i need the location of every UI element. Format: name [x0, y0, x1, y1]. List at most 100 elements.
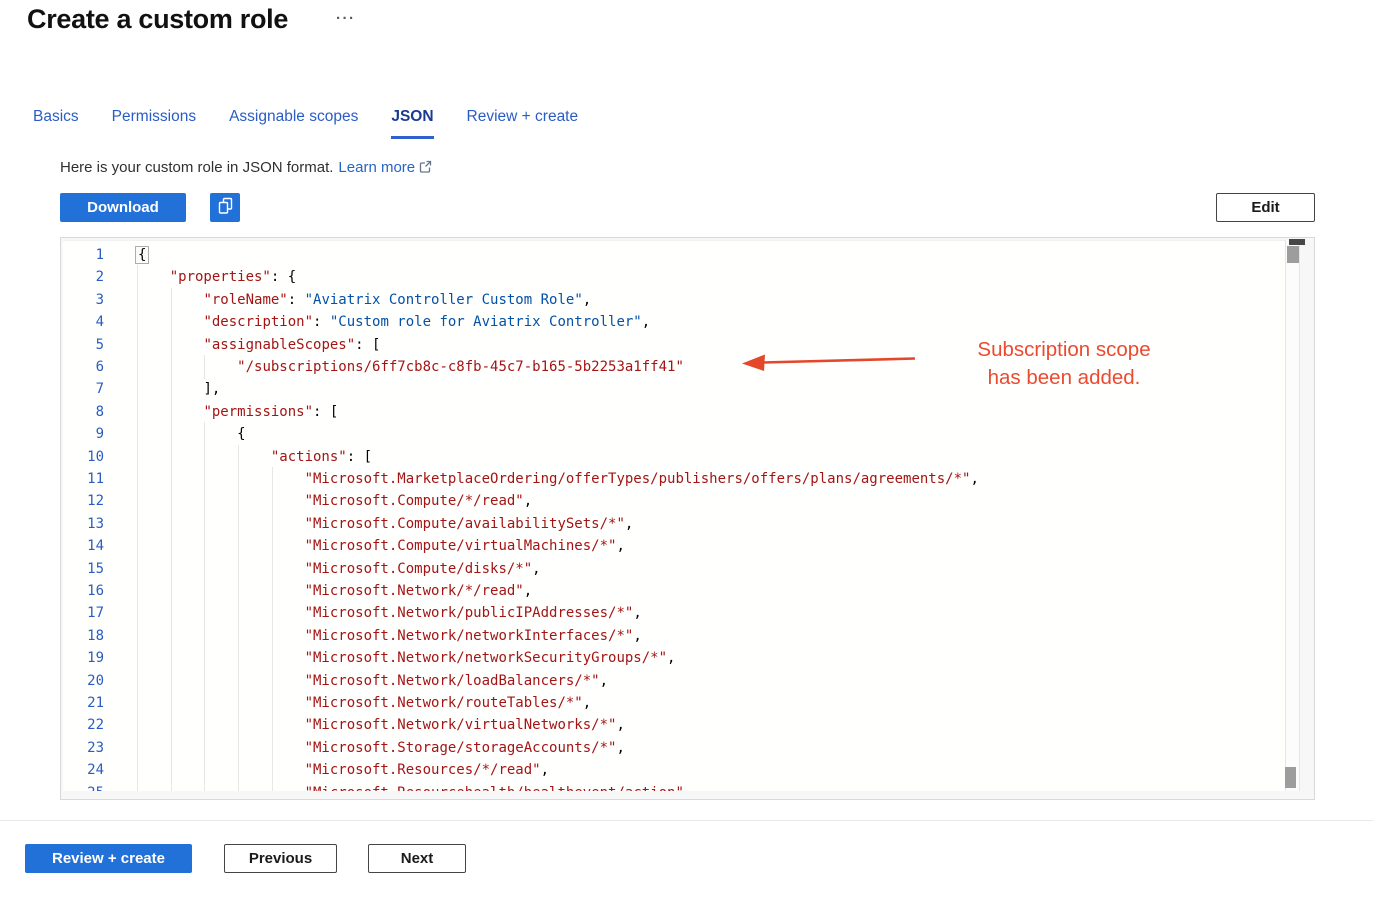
- tab-basics[interactable]: Basics: [33, 108, 79, 139]
- copy-button[interactable]: [210, 193, 240, 222]
- line-number: 18: [63, 625, 104, 647]
- code-line: 10 "actions": [: [63, 446, 1285, 468]
- indent-guide: [137, 534, 138, 558]
- info-text: Here is your custom role in JSON format.: [60, 159, 333, 176]
- code-line: 22 "Microsoft.Network/virtualNetworks/*"…: [63, 714, 1285, 736]
- more-menu-icon[interactable]: ···: [336, 10, 356, 27]
- line-number: 15: [63, 558, 104, 580]
- indent-guide: [171, 310, 172, 334]
- indent-guide: [171, 422, 172, 446]
- line-number: 14: [63, 535, 104, 557]
- indent-guide: [137, 288, 138, 312]
- indent-guide: [238, 445, 239, 469]
- review-create-button[interactable]: Review + create: [25, 844, 192, 873]
- indent-guide: [137, 333, 138, 357]
- indent-guide: [171, 355, 172, 379]
- indent-guide: [137, 422, 138, 446]
- indent-guide: [137, 781, 138, 791]
- tab-assignable-scopes[interactable]: Assignable scopes: [229, 108, 358, 139]
- tab-review-create[interactable]: Review + create: [467, 108, 579, 139]
- indent-guide: [238, 489, 239, 513]
- tab-json[interactable]: JSON: [391, 108, 433, 139]
- code-line: 1{: [63, 244, 1285, 266]
- indent-guide: [137, 691, 138, 715]
- line-number: 12: [63, 490, 104, 512]
- vertical-scrollbar-track[interactable]: [1285, 240, 1300, 791]
- line-number: 20: [63, 670, 104, 692]
- indent-guide: [272, 669, 273, 693]
- code-line: 20 "Microsoft.Network/loadBalancers/*",: [63, 670, 1285, 692]
- indent-guide: [171, 557, 172, 581]
- code-line: 9 {: [63, 423, 1285, 445]
- indent-guide: [137, 713, 138, 737]
- indent-guide: [171, 691, 172, 715]
- code-line: 25 "Microsoft.Resourcehealth/healthevent…: [63, 782, 1285, 791]
- indent-guide: [272, 758, 273, 782]
- indent-guide: [171, 646, 172, 670]
- indent-guide: [204, 579, 205, 603]
- code-line: 3 "roleName": "Aviatrix Controller Custo…: [63, 289, 1285, 311]
- indent-guide: [137, 265, 138, 289]
- previous-button[interactable]: Previous: [224, 844, 337, 873]
- indent-guide: [171, 333, 172, 357]
- edit-button[interactable]: Edit: [1216, 193, 1315, 222]
- code-line: 17 "Microsoft.Network/publicIPAddresses/…: [63, 602, 1285, 624]
- line-number: 10: [63, 446, 104, 468]
- indent-guide: [137, 400, 138, 424]
- line-number: 13: [63, 513, 104, 535]
- indent-guide: [171, 467, 172, 491]
- indent-guide: [238, 624, 239, 648]
- indent-guide: [171, 288, 172, 312]
- indent-guide: [272, 467, 273, 491]
- line-number: 19: [63, 647, 104, 669]
- copy-icon: [217, 197, 234, 219]
- line-number: 7: [63, 378, 104, 400]
- next-button[interactable]: Next: [368, 844, 466, 873]
- outer-scrollbar-thumb[interactable]: [1285, 767, 1296, 788]
- download-button[interactable]: Download: [60, 193, 186, 222]
- annotation-arrow-icon: [741, 346, 921, 379]
- line-number: 8: [63, 401, 104, 423]
- indent-guide: [204, 445, 205, 469]
- code-line: 18 "Microsoft.Network/networkInterfaces/…: [63, 625, 1285, 647]
- indent-guide: [137, 355, 138, 379]
- indent-guide: [137, 310, 138, 334]
- indent-guide: [238, 467, 239, 491]
- vertical-scrollbar-thumb[interactable]: [1287, 246, 1299, 263]
- line-number: 24: [63, 759, 104, 781]
- indent-guide: [238, 758, 239, 782]
- indent-guide: [238, 691, 239, 715]
- scrollbar-top-cap[interactable]: [1289, 239, 1305, 245]
- line-number: 4: [63, 311, 104, 333]
- line-number: 25: [63, 782, 104, 791]
- indent-guide: [137, 646, 138, 670]
- indent-guide: [171, 624, 172, 648]
- code-line: 8 "permissions": [: [63, 401, 1285, 423]
- indent-guide: [171, 781, 172, 791]
- indent-guide: [137, 557, 138, 581]
- indent-guide: [204, 467, 205, 491]
- code-line: 13 "Microsoft.Compute/availabilitySets/*…: [63, 513, 1285, 535]
- indent-guide: [272, 713, 273, 737]
- indent-guide: [238, 669, 239, 693]
- code-line: 11 "Microsoft.MarketplaceOrdering/offerT…: [63, 468, 1285, 490]
- indent-guide: [204, 646, 205, 670]
- indent-guide: [137, 758, 138, 782]
- indent-guide: [171, 713, 172, 737]
- indent-guide: [272, 691, 273, 715]
- tab-permissions[interactable]: Permissions: [112, 108, 196, 139]
- json-code-panel: 1{2 "properties": {3 "roleName": "Aviatr…: [60, 237, 1315, 800]
- code-line: 12 "Microsoft.Compute/*/read",: [63, 490, 1285, 512]
- code-line: 24 "Microsoft.Resources/*/read",: [63, 759, 1285, 781]
- code-line: 15 "Microsoft.Compute/disks/*",: [63, 558, 1285, 580]
- indent-guide: [272, 624, 273, 648]
- code-editor[interactable]: 1{2 "properties": {3 "roleName": "Aviatr…: [63, 240, 1285, 791]
- indent-guide: [204, 624, 205, 648]
- indent-guide: [238, 534, 239, 558]
- line-number: 22: [63, 714, 104, 736]
- indent-guide: [272, 489, 273, 513]
- indent-guide: [272, 781, 273, 791]
- indent-guide: [272, 534, 273, 558]
- indent-guide: [204, 557, 205, 581]
- learn-more-link[interactable]: Learn more: [338, 159, 415, 176]
